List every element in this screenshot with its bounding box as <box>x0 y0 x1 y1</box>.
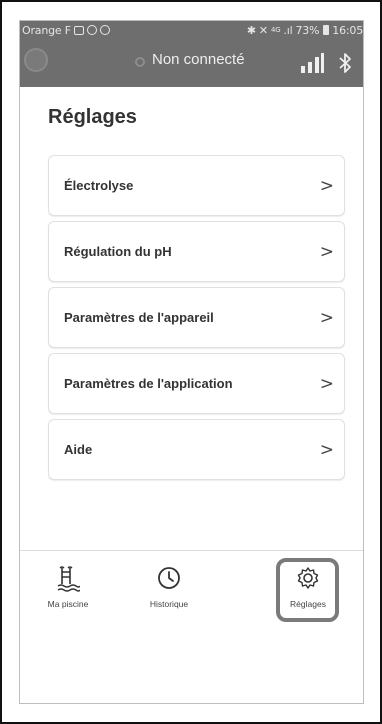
nav-item-reglages[interactable]: Réglages <box>268 551 348 625</box>
chevron-right-icon: > <box>319 308 334 328</box>
bottom-nav: Ma piscine Historique Réglages <box>20 550 363 624</box>
gear-icon <box>297 567 319 589</box>
page-title: Réglages <box>48 106 137 128</box>
menu-item-label: Régulation du pH <box>64 244 172 259</box>
status-bar: Orange F ✱ ✕ 4G .ıl 73% 16:05 <box>20 21 363 39</box>
menu-item-label: Électrolyse <box>64 178 134 193</box>
menu-item-label: Paramètres de l'appareil <box>64 310 214 325</box>
battery-icon <box>323 25 330 35</box>
status-right: ✱ ✕ 4G .ıl 73% 16:05 <box>247 24 363 37</box>
carrier-label: Orange F <box>22 23 71 37</box>
settings-menu: Électrolyse > Régulation du pH > Paramèt… <box>48 155 345 485</box>
menu-item-device-settings[interactable]: Paramètres de l'appareil > <box>48 287 345 348</box>
mute-icon: ✕ <box>258 23 268 37</box>
menu-item-regulation-ph[interactable]: Régulation du pH > <box>48 221 345 282</box>
clock-time: 16:05 <box>332 23 363 37</box>
pool-ladder-icon <box>57 566 80 592</box>
cell-signal-icon: .ıl <box>283 23 293 37</box>
network-type: 4G <box>270 26 281 34</box>
nav-label: Historique <box>149 599 189 609</box>
nav-label: Réglages <box>290 599 326 609</box>
nav-item-ma-piscine[interactable]: Ma piscine <box>28 551 108 625</box>
app-bar: Non connecté <box>20 39 363 87</box>
clock-icon <box>158 567 180 589</box>
status-left: Orange F <box>22 24 110 37</box>
gallery-notification-icon <box>73 25 84 35</box>
battery-percent: 73% <box>295 23 320 37</box>
connection-indicator-icon <box>135 57 145 67</box>
top-bar: Orange F ✱ ✕ 4G .ıl 73% 16:05 Non connec… <box>20 21 363 87</box>
nav-label: Ma piscine <box>47 599 89 609</box>
phone-screen: Orange F ✱ ✕ 4G .ıl 73% 16:05 Non connec… <box>19 20 364 704</box>
menu-item-help[interactable]: Aide > <box>48 419 345 480</box>
bluetooth-icon[interactable] <box>338 52 352 74</box>
menu-item-electrolyse[interactable]: Électrolyse > <box>48 155 345 216</box>
nav-item-historique[interactable]: Historique <box>129 551 209 625</box>
signal-bars-icon[interactable] <box>300 53 324 73</box>
bluetooth-status-icon: ✱ <box>246 23 256 37</box>
menu-item-label: Paramètres de l'application <box>64 376 233 391</box>
menu-item-app-settings[interactable]: Paramètres de l'application > <box>48 353 345 414</box>
connection-status: Non connecté <box>152 51 245 68</box>
chevron-right-icon: > <box>319 440 334 460</box>
notification-icon <box>86 25 97 35</box>
menu-item-label: Aide <box>64 442 93 457</box>
chevron-right-icon: > <box>319 374 334 394</box>
notification-icon-2 <box>99 25 110 35</box>
chevron-right-icon: > <box>319 176 334 196</box>
app-logo-icon[interactable] <box>24 48 48 72</box>
chevron-right-icon: > <box>319 242 334 262</box>
